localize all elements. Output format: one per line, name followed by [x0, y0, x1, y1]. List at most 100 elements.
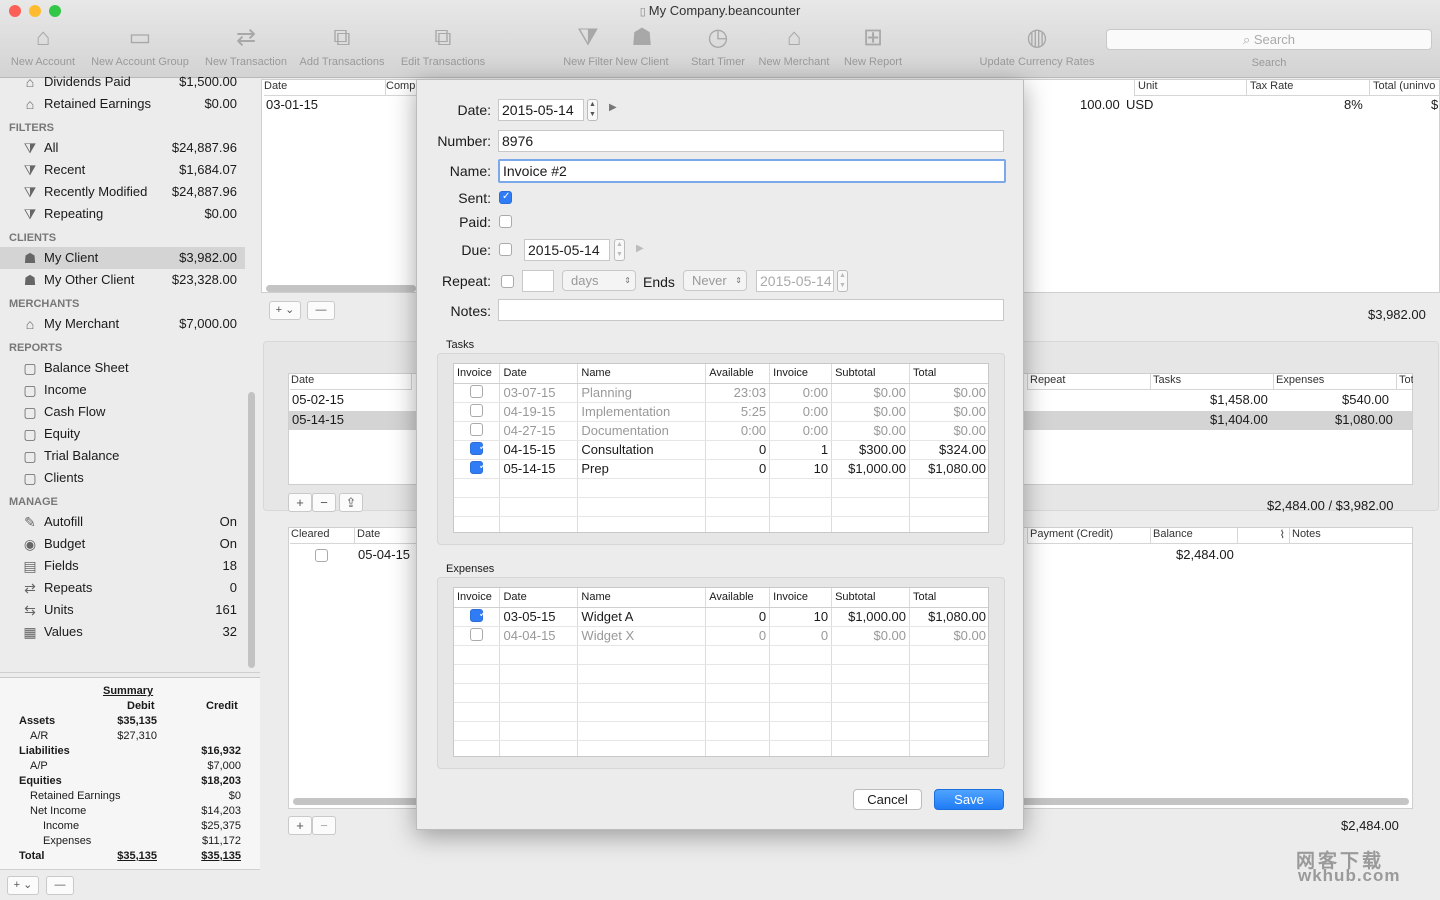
column-header-total[interactable]: Total [909, 364, 988, 384]
sidebar-item-equity[interactable]: ▢ Equity [0, 423, 245, 445]
due-disclosure-icon[interactable]: ▶ [636, 243, 644, 254]
tasks-row[interactable]: 04-19-15 Implementation 5:25 0:00 $0.00 $0.00 [454, 402, 988, 422]
cell-invoice[interactable]: 0:00 [769, 383, 833, 403]
toolbar-new-report-button[interactable]: ⊞ New Report [828, 22, 918, 68]
column-header-subtotal[interactable]: Subtotal [831, 364, 911, 384]
expenses-table[interactable]: Invoice Date Name Available Invoice Subtotal T… [453, 587, 989, 757]
invoice-checkbox[interactable] [470, 441, 487, 455]
column-header-date[interactable]: Date [499, 364, 579, 384]
sidebar-scrollbar[interactable] [248, 392, 255, 668]
cell-invoice[interactable]: 10 [769, 459, 833, 479]
repeat-interval-field[interactable] [522, 270, 554, 292]
column-header-tasks[interactable]: Tasks [1150, 374, 1273, 390]
repeat-unit-popup[interactable]: days ⇕ [562, 270, 636, 291]
invoice-checkbox[interactable] [470, 627, 484, 641]
ends-popup[interactable]: Never ⇕ [683, 270, 747, 291]
toolbar-add-transactions-button[interactable]: ⧉ Add Transactions [294, 22, 390, 68]
column-header-name[interactable]: Name [577, 588, 707, 608]
tasks-row[interactable]: 04-27-15 Documentation 0:00 0:00 $0.00 $0.00 [454, 421, 988, 441]
column-header-notes[interactable]: Notes [1289, 528, 1413, 544]
invoices-add-button[interactable]: + [288, 493, 312, 512]
sidebar-item-balance-sheet[interactable]: ▢ Balance Sheet [0, 357, 245, 379]
invoices-remove-button[interactable]: − [312, 493, 336, 512]
share-icon[interactable]: ⇪ [339, 493, 363, 512]
sidebar-item-income[interactable]: ▢ Income [0, 379, 245, 401]
horizontal-scrollbar[interactable] [266, 285, 416, 292]
due-checkbox[interactable] [499, 243, 512, 256]
cell-invoice[interactable]: 0:00 [769, 402, 833, 422]
paperclip-icon[interactable]: ⌇ [1237, 528, 1289, 544]
column-header-total[interactable]: Total [909, 588, 988, 608]
name-field[interactable]: Invoice #2 [498, 159, 1006, 183]
column-header-name[interactable]: Name [577, 364, 707, 384]
invoice-checkbox[interactable] [470, 460, 487, 474]
column-header-total[interactable]: Tot [1396, 374, 1413, 390]
toolbar-new-account-group-button[interactable]: ▭ New Account Group [85, 22, 195, 68]
sidebar-item-repeating[interactable]: ⧩ Repeating $0.00 [0, 203, 245, 225]
column-header-unit[interactable]: Unit [1134, 80, 1246, 96]
column-header-invoice[interactable]: Invoice [769, 364, 833, 384]
paid-checkbox[interactable] [499, 215, 512, 228]
invoice-checkbox[interactable] [470, 608, 487, 622]
sidebar-item-recent[interactable]: ⧩ Recent $1,684.07 [0, 159, 245, 181]
column-header-date[interactable]: Date [499, 588, 579, 608]
sidebar-remove-button[interactable]: — [46, 876, 74, 895]
sidebar-item-clients[interactable]: ▢ Clients [0, 467, 245, 489]
column-header-date[interactable]: Date [355, 528, 417, 544]
column-header-invoice[interactable]: Invoice [454, 588, 501, 608]
repeat-checkbox[interactable] [501, 275, 514, 288]
sidebar-item-recently-modified[interactable]: ⧩ Recently Modified $24,887.96 [0, 181, 245, 203]
column-header-total[interactable]: Total (uninvo [1369, 80, 1440, 96]
column-header-balance[interactable]: Balance [1150, 528, 1237, 544]
sidebar-item-autofill[interactable]: ✎ Autofill On [0, 511, 245, 533]
ends-date-field[interactable]: 2015-05-14 [756, 270, 834, 292]
cell-invoice[interactable]: 0 [769, 626, 833, 646]
payments-remove-button[interactable]: − [312, 816, 336, 835]
column-header-payment[interactable]: Payment (Credit) [1027, 528, 1150, 544]
date-disclosure-icon[interactable]: ▶ [609, 102, 617, 113]
number-field[interactable]: 8976 [498, 130, 1004, 152]
expenses-row[interactable]: 04-04-15 Widget X 0 0 $0.00 $0.00 [454, 626, 988, 646]
column-header-date[interactable]: Date [290, 374, 412, 390]
tasks-row[interactable]: 03-07-15 Planning 23:03 0:00 $0.00 $0.00 [454, 383, 988, 403]
sidebar-item-retained-earnings[interactable]: ⌂ Retained Earnings $0.00 [0, 93, 245, 115]
tasks-row[interactable]: 04-15-15Consultation01$300.00$324.00 [454, 440, 988, 460]
invoice-checkbox[interactable] [470, 403, 484, 417]
ends-date-stepper[interactable]: ▲ ▼ [837, 270, 848, 292]
cancel-button[interactable]: Cancel [853, 789, 922, 810]
toolbar-new-client-button[interactable]: ☗ New Client [607, 22, 677, 68]
sidebar-item-units[interactable]: ⇆ Units 161 [0, 599, 245, 621]
column-header-available[interactable]: Available [705, 588, 771, 608]
invoice-checkbox[interactable] [470, 422, 484, 436]
sidebar-item-fields[interactable]: ▤ Fields 18 [0, 555, 245, 577]
items-add-button[interactable]: + ⌄ [269, 301, 301, 320]
sidebar-add-button[interactable]: + ⌄ [7, 876, 39, 895]
sidebar-item-my-client[interactable]: ☗ My Client $3,982.00 [0, 247, 245, 269]
tasks-table[interactable]: Invoice Date Name Available Invoice Subtotal T… [453, 363, 989, 533]
sidebar-item-values[interactable]: ▦ Values 32 [0, 621, 245, 643]
cell-invoice[interactable]: 1 [769, 440, 833, 460]
search-input[interactable]: ⌕ Search [1106, 29, 1432, 50]
column-header-invoice[interactable]: Invoice [454, 364, 501, 384]
due-date-field[interactable]: 2015-05-14 [524, 239, 610, 261]
sidebar-item-my-merchant[interactable]: ⌂ My Merchant $7,000.00 [0, 313, 245, 335]
notes-field[interactable] [498, 299, 1004, 321]
column-header-available[interactable]: Available [705, 364, 771, 384]
cell-invoice[interactable]: 10 [769, 607, 833, 627]
payments-add-button[interactable]: + [288, 816, 312, 835]
column-header-expenses[interactable]: Expenses [1273, 374, 1396, 390]
sent-checkbox[interactable] [499, 191, 512, 204]
sidebar-item-dividends-paid[interactable]: ⌂ Dividends Paid $1,500.00 [0, 71, 245, 93]
toolbar-new-transaction-button[interactable]: ⇄ New Transaction [200, 22, 292, 68]
toolbar-new-account-button[interactable]: ⌂ New Account [0, 22, 86, 68]
due-date-stepper[interactable]: ▲ ▼ [614, 239, 625, 261]
column-header-date[interactable]: Date [264, 80, 386, 96]
date-field[interactable]: 2015-05-14 [498, 99, 584, 121]
sidebar-item-repeats[interactable]: ⇄ Repeats 0 [0, 577, 245, 599]
sidebar-item-trial-balance[interactable]: ▢ Trial Balance [0, 445, 245, 467]
date-stepper[interactable]: ▲ ▼ [587, 99, 598, 121]
column-header-invoice[interactable]: Invoice [769, 588, 833, 608]
toolbar-start-timer-button[interactable]: ◷ Start Timer [673, 22, 763, 68]
tasks-row[interactable]: 05-14-15Prep010$1,000.00$1,080.00 [454, 459, 988, 479]
sidebar-item-my-other-client[interactable]: ☗ My Other Client $23,328.00 [0, 269, 245, 291]
